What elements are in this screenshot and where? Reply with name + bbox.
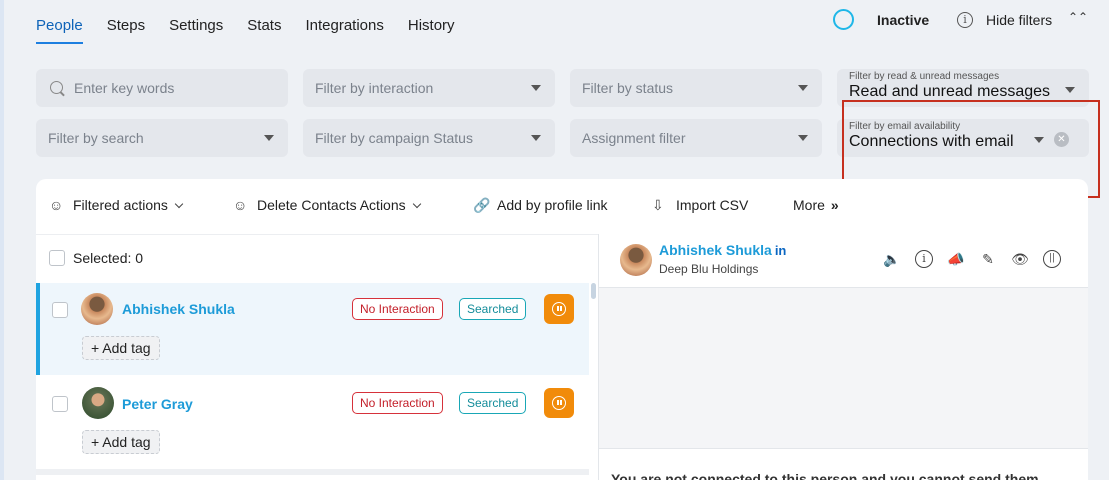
caret-down-icon — [798, 85, 808, 91]
status-toggle-icon[interactable] — [833, 9, 854, 30]
eye-icon[interactable]: 👁 — [1011, 250, 1029, 268]
pause-button[interactable] — [544, 294, 574, 324]
hide-filters-button[interactable]: Hide filters — [986, 12, 1052, 28]
linkedin-icon[interactable]: in — [775, 243, 787, 258]
person-name[interactable]: Abhishek Shukla — [122, 301, 235, 317]
person-name[interactable]: Peter Gray — [122, 396, 193, 412]
detail-company: Deep Blu Holdings — [659, 262, 759, 276]
user-remove-icon: ☺ — [233, 197, 248, 213]
keywords-placeholder: Enter key words — [74, 80, 175, 96]
avatar — [82, 387, 114, 419]
caret-down-icon — [264, 135, 274, 141]
caret-down-icon — [531, 85, 541, 91]
pause-circle-icon[interactable]: || — [1043, 250, 1061, 268]
searched-badge: Searched — [459, 392, 527, 414]
caret-down-icon — [1065, 87, 1075, 93]
status-filter-label: Filter by status — [582, 80, 674, 96]
pause-icon — [552, 396, 566, 410]
interaction-filter[interactable]: Filter by interaction — [303, 69, 555, 107]
campaign-status-filter[interactable]: Filter by campaign Status — [303, 119, 555, 157]
detail-name-text: Abhishek Shukla — [659, 242, 772, 258]
status-filter[interactable]: Filter by status — [570, 69, 822, 107]
main-card: ☺ Filtered actions ☺ Delete Contacts Actio… — [36, 179, 1088, 480]
add-tag-button[interactable]: + Add tag — [82, 430, 160, 454]
left-edge — [0, 0, 4, 480]
users-filter-icon: ☺ — [49, 197, 64, 213]
search-filter[interactable]: Filter by search — [36, 119, 288, 157]
selected-count: Selected: 0 — [73, 250, 144, 266]
add-tag-button[interactable]: + Add tag — [82, 336, 160, 360]
import-csv-button[interactable]: ⇩ Import CSV — [652, 197, 748, 214]
add-tag-label: Add tag — [102, 340, 151, 356]
tab-steps[interactable]: Steps — [107, 17, 145, 44]
speaker-icon[interactable]: 🔈 — [883, 250, 901, 268]
avatar — [620, 244, 652, 276]
list-item[interactable]: Abhishek Shukla No Interaction Searched … — [36, 283, 589, 375]
delete-contacts-label: Delete Contacts Actions — [257, 197, 406, 213]
status-label: Inactive — [877, 12, 930, 28]
megaphone-icon[interactable]: 📣 — [947, 250, 965, 268]
import-csv-label: Import CSV — [676, 197, 749, 213]
no-interaction-badge: No Interaction — [352, 392, 443, 414]
pause-icon — [552, 302, 566, 316]
tab-history[interactable]: History — [408, 17, 455, 44]
search-filter-label: Filter by search — [48, 130, 144, 146]
link-icon: 🔗 — [473, 197, 491, 213]
info-icon[interactable]: i — [915, 250, 933, 268]
filtered-actions-label: Filtered actions — [73, 197, 168, 213]
caret-down-icon — [531, 135, 541, 141]
avatar — [81, 293, 113, 325]
caret-down-icon — [798, 135, 808, 141]
double-chevron-right-icon: » — [830, 197, 839, 213]
tab-bar: People Steps Settings Stats Integrations… — [36, 17, 479, 44]
chevron-up-icon[interactable]: ⌃⌃ — [1068, 10, 1088, 24]
pause-button[interactable] — [544, 388, 574, 418]
scrollbar-thumb[interactable] — [591, 283, 596, 299]
message-divider — [599, 448, 1088, 449]
campaign-status-filter-label: Filter by campaign Status — [315, 130, 473, 146]
filtered-actions-menu[interactable]: ☺ Filtered actions — [49, 197, 184, 213]
keywords-input[interactable]: Enter key words — [36, 69, 288, 107]
row-checkbox[interactable] — [52, 396, 68, 412]
row-checkbox[interactable] — [52, 302, 68, 318]
toolbar-divider — [36, 234, 598, 235]
list-item[interactable]: Peter Gray No Interaction Searched + Add… — [36, 377, 589, 469]
more-label: More — [793, 197, 825, 213]
plus-icon: + — [91, 340, 103, 356]
info-icon[interactable]: i — [957, 12, 973, 28]
select-all-checkbox[interactable] — [49, 250, 65, 266]
add-profile-link-label: Add by profile link — [497, 197, 608, 213]
interaction-filter-label: Filter by interaction — [315, 80, 434, 96]
tab-settings[interactable]: Settings — [169, 17, 223, 44]
add-profile-link-button[interactable]: 🔗 Add by profile link — [473, 197, 608, 214]
add-tag-label: Add tag — [102, 434, 151, 450]
chevron-down-icon — [412, 199, 421, 209]
searched-badge: Searched — [459, 298, 527, 320]
delete-contacts-menu[interactable]: ☺ Delete Contacts Actions — [233, 197, 421, 213]
not-connected-message: You are not connected to this person and… — [611, 471, 1039, 480]
tab-integrations[interactable]: Integrations — [305, 17, 383, 44]
message-area — [599, 288, 1088, 448]
row-divider — [36, 469, 589, 475]
search-icon — [50, 81, 63, 94]
no-interaction-badge: No Interaction — [352, 298, 443, 320]
assignment-filter-label: Assignment filter — [582, 130, 686, 146]
plus-icon: + — [91, 434, 103, 450]
edit-icon[interactable]: ✎ — [979, 250, 997, 268]
tab-people[interactable]: People — [36, 17, 83, 44]
read-unread-filter-value: Read and unread messages — [849, 83, 1051, 100]
detail-name[interactable]: Abhishek Shukla in — [659, 242, 786, 258]
tab-stats[interactable]: Stats — [247, 17, 281, 44]
import-icon: ⇩ — [652, 197, 664, 213]
read-unread-filter-label: Filter by read & unread messages — [849, 71, 1000, 82]
chevron-down-icon — [174, 199, 184, 209]
more-button[interactable]: More » — [793, 197, 839, 213]
assignment-filter[interactable]: Assignment filter — [570, 119, 822, 157]
